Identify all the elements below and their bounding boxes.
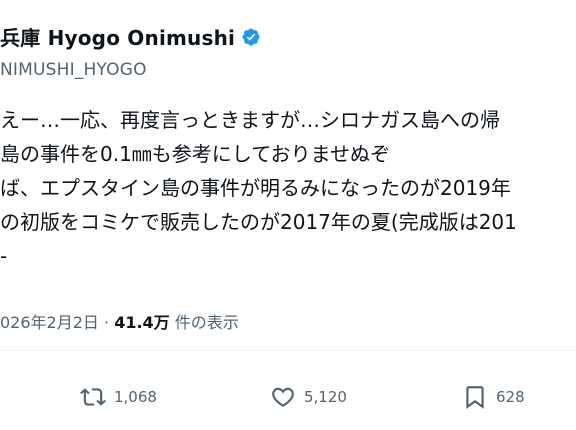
- meta-separator: ·: [104, 313, 110, 332]
- tweet-header: 兵庫 Hyogo Onimushi: [0, 22, 261, 51]
- view-count: 41.4万: [114, 313, 170, 332]
- bookmark-icon: [466, 386, 484, 409]
- retweet-icon: [80, 388, 106, 406]
- tweet-text: えー…一応、再度言っときますが…シロナガス島への帰 島の事件を0.1㎜も参考にし…: [0, 103, 576, 273]
- heart-icon: [272, 387, 294, 407]
- divider: [0, 350, 576, 351]
- verified-badge-icon[interactable]: [241, 27, 261, 47]
- author-handle[interactable]: NIMUSHI_HYOGO: [0, 60, 147, 80]
- author-display-name[interactable]: 兵庫 Hyogo Onimushi: [0, 22, 235, 51]
- like-button[interactable]: 5,120: [270, 384, 347, 410]
- tweet-actions-bar: 1,068 5,120 628: [0, 378, 576, 414]
- tweet-meta: 026年2月2日 · 41.4万 件の表示: [0, 309, 239, 333]
- retweet-button[interactable]: 1,068: [80, 384, 157, 410]
- bookmark-count: 628: [496, 388, 525, 406]
- bookmark-button[interactable]: 628: [462, 384, 525, 410]
- like-count: 5,120: [304, 388, 347, 406]
- tweet-text-line: ば、エプスタイン島の事件が明るみになったのが2019年: [0, 176, 511, 200]
- tweet-text-line: 島の事件を0.1㎜も参考にしておりませぬぞ: [0, 142, 391, 166]
- view-count-label: 件の表示: [174, 313, 239, 332]
- author-name-row[interactable]: 兵庫 Hyogo Onimushi: [0, 22, 261, 51]
- tweet-text-line: -: [0, 244, 8, 268]
- tweet-date[interactable]: 026年2月2日: [0, 313, 99, 332]
- tweet-text-line: えー…一応、再度言っときますが…シロナガス島への帰: [0, 108, 500, 132]
- retweet-count: 1,068: [114, 388, 157, 406]
- tweet-text-line: の初版をコミケで販売したのが2017年の夏(完成版は201: [0, 210, 517, 234]
